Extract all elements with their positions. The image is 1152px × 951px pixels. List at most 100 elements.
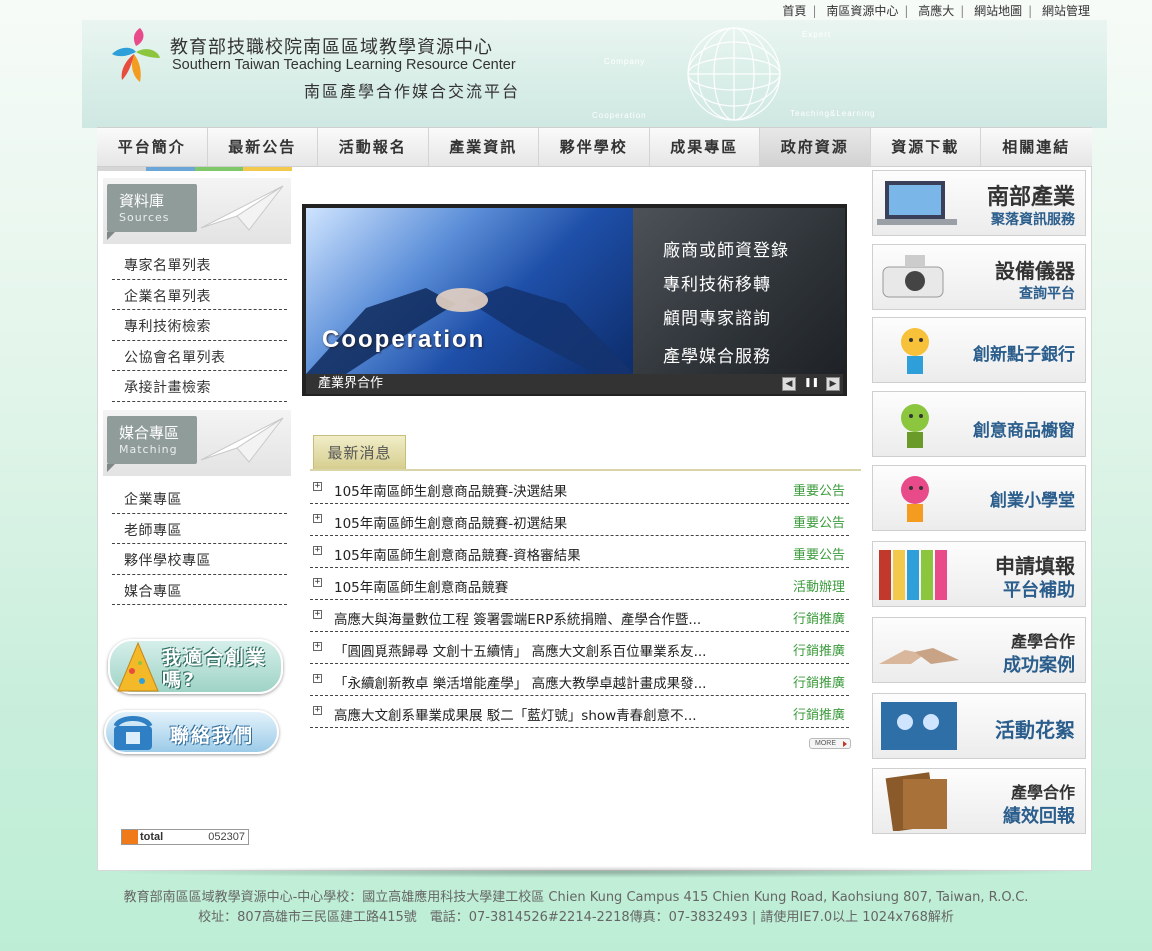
card-idea-bank[interactable]: 創新點子銀行 bbox=[872, 317, 1086, 383]
news-row[interactable]: + 高應大與海量數位工程 簽署雲端ERP系統捐贈、產學合作暨... 行銷推廣 bbox=[310, 600, 849, 632]
site-header: 教育部技職校院南區區域教學資源中心 Southern Taiwan Teachi… bbox=[82, 20, 1107, 128]
sidebar-item-partner-zone[interactable]: 夥伴學校專區 bbox=[112, 544, 287, 575]
banner-service-4: 產學媒合服務 bbox=[663, 347, 771, 367]
matching-title: 媒合專區 bbox=[119, 424, 180, 442]
nav-item-links[interactable]: 相關連結 bbox=[981, 128, 1092, 166]
sidebar-item-matching-zone[interactable]: 媒合專區 bbox=[112, 575, 287, 605]
news-list: +105年南區師生創意商品競賽-決選結果 重要公告 +105年南區師生創意商品競賽… bbox=[310, 472, 849, 728]
sources-tab: 資料庫 Sources bbox=[107, 184, 197, 240]
card-startup-school[interactable]: 創業小學堂 bbox=[872, 465, 1086, 531]
news-row[interactable]: + 高應大文創系畢業成果展 駁二「藍灯號」show青春創意不... 行銷推廣 bbox=[310, 696, 849, 728]
banner-image: Cooperation bbox=[306, 208, 634, 374]
sidebar-item-associations[interactable]: 公協會名單列表 bbox=[112, 341, 287, 371]
top-link-south-center[interactable]: 南區資源中心 bbox=[820, 4, 904, 18]
banner-slider[interactable]: Cooperation 廠商或師資登錄 專利技術移轉 顧問專家諮詢 產學媒合服務… bbox=[302, 204, 847, 396]
news-category: 重要公告 bbox=[792, 516, 845, 531]
nav-item-intro[interactable]: 平台簡介 bbox=[97, 128, 208, 166]
footer-line-2: 校址：807高雄市三民區建工路415號 電話：07-3814526#2214-2… bbox=[198, 910, 954, 925]
card-title: 南部產業 bbox=[986, 185, 1075, 210]
startup-quiz-label: 我適合創業嗎? bbox=[162, 647, 268, 691]
nav-item-government[interactable]: 政府資源 bbox=[760, 128, 871, 166]
sidebar-item-company-zone[interactable]: 企業專區 bbox=[112, 483, 287, 514]
handshake-icon bbox=[879, 648, 959, 664]
nav-item-results[interactable]: 成果專區 bbox=[650, 128, 760, 166]
banner-prev-button[interactable]: ◀ bbox=[782, 377, 796, 391]
news-category: 行銷推廣 bbox=[792, 644, 845, 659]
phone-icon bbox=[113, 716, 153, 750]
plus-icon: + bbox=[313, 609, 322, 619]
color-stripe bbox=[97, 167, 292, 171]
news-title: 「圓圓覓燕歸尋 文創十五續情」 高應大文創系百位畢業系友... bbox=[334, 644, 707, 660]
mascot-icon bbox=[901, 328, 929, 374]
news-row[interactable]: +105年南區師生創意商品競賽 活動辦理 bbox=[310, 568, 849, 600]
top-link-kuas[interactable]: 高應大 bbox=[912, 4, 960, 18]
card-equipment[interactable]: 設備儀器 查詢平台 bbox=[872, 244, 1086, 310]
news-title: 「永續創新教卓 樂活增能產學」 高應大教學卓越計畫成果發... bbox=[334, 676, 707, 692]
news-row[interactable]: + 「圓圓覓燕歸尋 文創十五續情」 高應大文創系百位畢業系友... 行銷推廣 bbox=[310, 632, 849, 664]
paper-plane-icon bbox=[200, 417, 284, 463]
nav-item-events[interactable]: 活動報名 bbox=[318, 128, 429, 166]
nav-item-industry[interactable]: 產業資訊 bbox=[429, 128, 539, 166]
news-title: 105年南區師生創意商品競賽-決選結果 bbox=[334, 484, 568, 500]
top-link-home[interactable]: 首頁 bbox=[776, 4, 812, 18]
card-subtitle: 成功案例 bbox=[1003, 655, 1075, 676]
banner-next-button[interactable]: ▶ bbox=[826, 377, 840, 391]
sidebar-item-patents[interactable]: 專利技術檢索 bbox=[112, 310, 287, 341]
news-row[interactable]: +105年南區師生創意商品競賽-初選結果 重要公告 bbox=[310, 504, 849, 536]
books-icon bbox=[879, 550, 947, 600]
news-title: 高應大與海量數位工程 簽署雲端ERP系統捐贈、產學合作暨... bbox=[334, 612, 702, 628]
card-performance-report[interactable]: 產學合作 績效回報 bbox=[872, 768, 1086, 834]
news-more-button[interactable]: MORE bbox=[809, 738, 851, 749]
top-link-sitemap[interactable]: 網站地圖 bbox=[968, 4, 1028, 18]
main-shadow bbox=[100, 866, 1090, 878]
news-title: 105年南區師生創意商品競賽-初選結果 bbox=[334, 516, 568, 532]
news-tab[interactable]: 最新消息 bbox=[313, 435, 406, 469]
plus-icon: + bbox=[313, 705, 322, 715]
sidebar-item-teacher-zone[interactable]: 老師專區 bbox=[112, 514, 287, 544]
contact-us-label: 聯絡我們 bbox=[170, 725, 255, 747]
news-row[interactable]: +105年南區師生創意商品競賽-資格審結果 重要公告 bbox=[310, 536, 849, 568]
contact-us-button[interactable]: 聯絡我們 bbox=[104, 710, 279, 754]
center-logo-icon bbox=[112, 28, 160, 82]
nav-item-downloads[interactable]: 資源下載 bbox=[871, 128, 981, 166]
plus-icon: + bbox=[313, 577, 322, 587]
sidebar-item-companies[interactable]: 企業名單列表 bbox=[112, 280, 287, 310]
card-success-cases[interactable]: 產學合作 成功案例 bbox=[872, 617, 1086, 683]
card-subsidy-application[interactable]: 申請填報 平台補助 bbox=[872, 541, 1086, 607]
top-links: 首頁 | 南區資源中心 | 高應大 | 網站地圖 | 網站管理 bbox=[776, 2, 1096, 19]
card-title: 活動花絮 bbox=[995, 718, 1075, 742]
sidebar-item-projects[interactable]: 承接計畫檢索 bbox=[112, 371, 287, 402]
sidebar-item-experts[interactable]: 專家名單列表 bbox=[112, 249, 287, 280]
globe-icon bbox=[687, 27, 781, 121]
banner-service-1: 廠商或師資登錄 bbox=[663, 241, 789, 261]
startup-quiz-button[interactable]: 我適合創業嗎? bbox=[108, 639, 283, 694]
party-hat-icon bbox=[117, 641, 159, 692]
card-title: 創新點子銀行 bbox=[973, 345, 1075, 365]
card-title: 設備儀器 bbox=[995, 259, 1075, 283]
card-subtitle: 查詢平台 bbox=[1019, 286, 1075, 302]
globe-label-teaching: Teaching&Learning bbox=[790, 109, 876, 118]
globe-label-expert: Expert bbox=[802, 30, 832, 39]
matching-tab: 媒合專區 Matching bbox=[107, 416, 197, 472]
matching-list: 企業專區 老師專區 夥伴學校專區 媒合專區 bbox=[112, 483, 287, 605]
nav-item-partners[interactable]: 夥伴學校 bbox=[539, 128, 650, 166]
card-product-window[interactable]: 創意商品櫥窗 bbox=[872, 391, 1086, 457]
top-link-admin[interactable]: 網站管理 bbox=[1036, 4, 1096, 18]
news-title: 105年南區師生創意商品競賽-資格審結果 bbox=[334, 548, 581, 564]
sources-header: 資料庫 Sources bbox=[103, 178, 291, 244]
card-event-photos[interactable]: 活動花絮 bbox=[872, 693, 1086, 759]
laptop-icon bbox=[877, 181, 957, 225]
card-subtitle: 聚落資訊服務 bbox=[991, 212, 1075, 228]
news-row[interactable]: + 「永續創新教卓 樂活增能產學」 高應大教學卓越計畫成果發... 行銷推廣 bbox=[310, 664, 849, 696]
mascot-icon bbox=[901, 476, 929, 522]
news-row[interactable]: +105年南區師生創意商品競賽-決選結果 重要公告 bbox=[310, 472, 849, 504]
card-southern-industry[interactable]: 南部產業 聚落資訊服務 bbox=[872, 170, 1086, 236]
header-title-en: Southern Taiwan Teaching Learning Resour… bbox=[172, 57, 516, 73]
nav-item-news[interactable]: 最新公告 bbox=[208, 128, 318, 166]
banner-pause-button[interactable]: ❚❚ bbox=[804, 377, 819, 391]
banner-caption: 產業界合作 bbox=[306, 374, 843, 394]
card-title: 產學合作 bbox=[1010, 632, 1075, 651]
main-nav: 平台簡介 最新公告 活動報名 產業資訊 夥伴學校 成果專區 政府資源 資源下載 … bbox=[97, 127, 1092, 167]
banner-image-text: Cooperation bbox=[322, 326, 486, 353]
card-title: 創意商品櫥窗 bbox=[973, 421, 1075, 441]
